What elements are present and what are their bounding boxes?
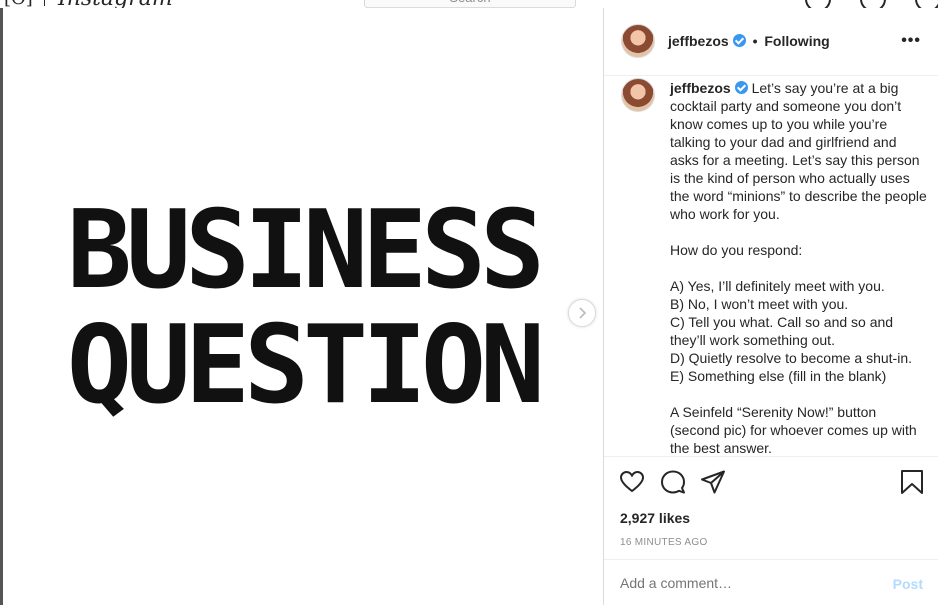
separator-dot: •	[752, 33, 758, 49]
caption-section[interactable]: jeffbezos Let’s say you’re at a big cock…	[604, 76, 938, 456]
following-button[interactable]: Following	[764, 33, 829, 49]
caption-avatar[interactable]	[621, 78, 655, 112]
post-comment-button[interactable]: Post	[893, 576, 923, 592]
likes-count[interactable]: 2,927 likes	[620, 510, 690, 526]
post-details-panel: jeffbezos • Following ••• jeffbezos Let’…	[603, 8, 938, 605]
caption-username[interactable]: jeffbezos	[670, 80, 731, 96]
navbar-divider	[44, 0, 45, 6]
next-image-button[interactable]	[568, 299, 596, 327]
caption-body: Let’s say you’re at a big cocktail party…	[670, 80, 927, 456]
comment-icon[interactable]	[660, 469, 686, 495]
verified-badge-icon	[732, 34, 746, 47]
comment-input[interactable]	[620, 575, 870, 591]
caption-text: jeffbezos Let’s say you’re at a big cock…	[670, 79, 928, 456]
avatar[interactable]	[621, 24, 655, 58]
caption-verified-badge-icon	[734, 81, 748, 94]
share-icon[interactable]	[700, 469, 726, 495]
search-input[interactable]: Search	[364, 0, 576, 8]
post-image[interactable]: BUSINESS QUESTION	[3, 8, 603, 605]
username-link[interactable]: jeffbezos	[668, 33, 729, 49]
post-header: jeffbezos • Following •••	[604, 8, 938, 76]
image-text-line-1: BUSINESS	[66, 188, 545, 313]
post-timestamp[interactable]: 16 MINUTES AGO	[620, 537, 708, 548]
image-text-line-2: QUESTION	[66, 303, 545, 428]
post-actions: 2,927 likes 16 MINUTES AGO Post	[604, 456, 938, 606]
post-author: jeffbezos • Following	[668, 33, 830, 49]
comment-bar: Post	[604, 559, 938, 607]
chevron-right-icon	[579, 307, 587, 319]
bookmark-icon[interactable]	[900, 469, 924, 495]
like-heart-icon[interactable]	[619, 469, 645, 495]
more-options-icon[interactable]: •••	[901, 32, 921, 50]
